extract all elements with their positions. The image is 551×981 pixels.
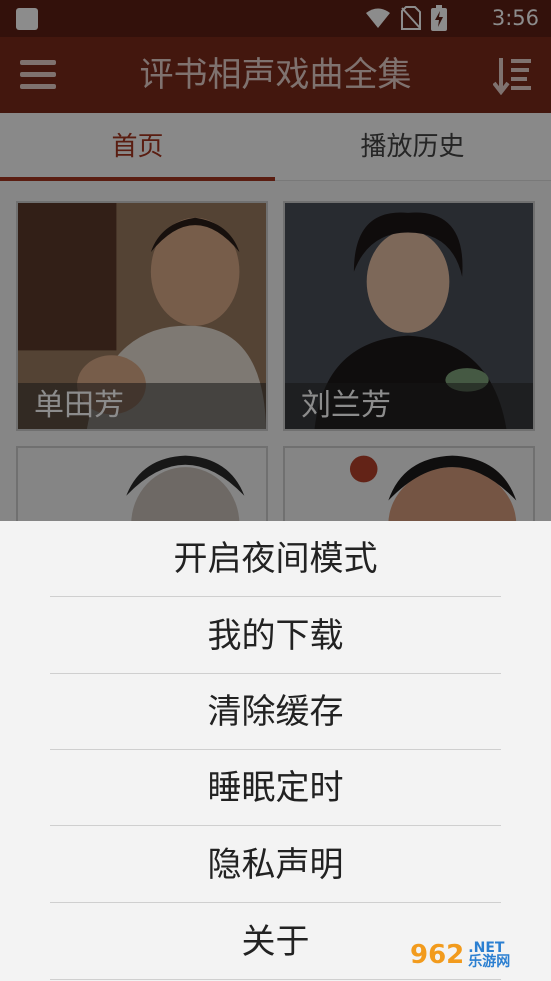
menu-item-night-mode[interactable]: 开启夜间模式 — [50, 521, 501, 597]
watermark-number: 962 — [410, 940, 465, 970]
menu-item-clear-cache[interactable]: 清除缓存 — [50, 674, 501, 750]
bottom-menu-sheet: 开启夜间模式 我的下载 清除缓存 睡眠定时 隐私声明 关于 — [0, 521, 551, 981]
site-watermark-logo: 962 .NET 乐游网 — [410, 935, 545, 975]
dim-overlay[interactable] — [0, 0, 551, 521]
menu-item-sleep-timer[interactable]: 睡眠定时 — [50, 750, 501, 826]
menu-item-downloads[interactable]: 我的下载 — [50, 598, 501, 674]
menu-item-privacy[interactable]: 隐私声明 — [50, 827, 501, 903]
watermark-text: .NET 乐游网 — [468, 940, 511, 970]
